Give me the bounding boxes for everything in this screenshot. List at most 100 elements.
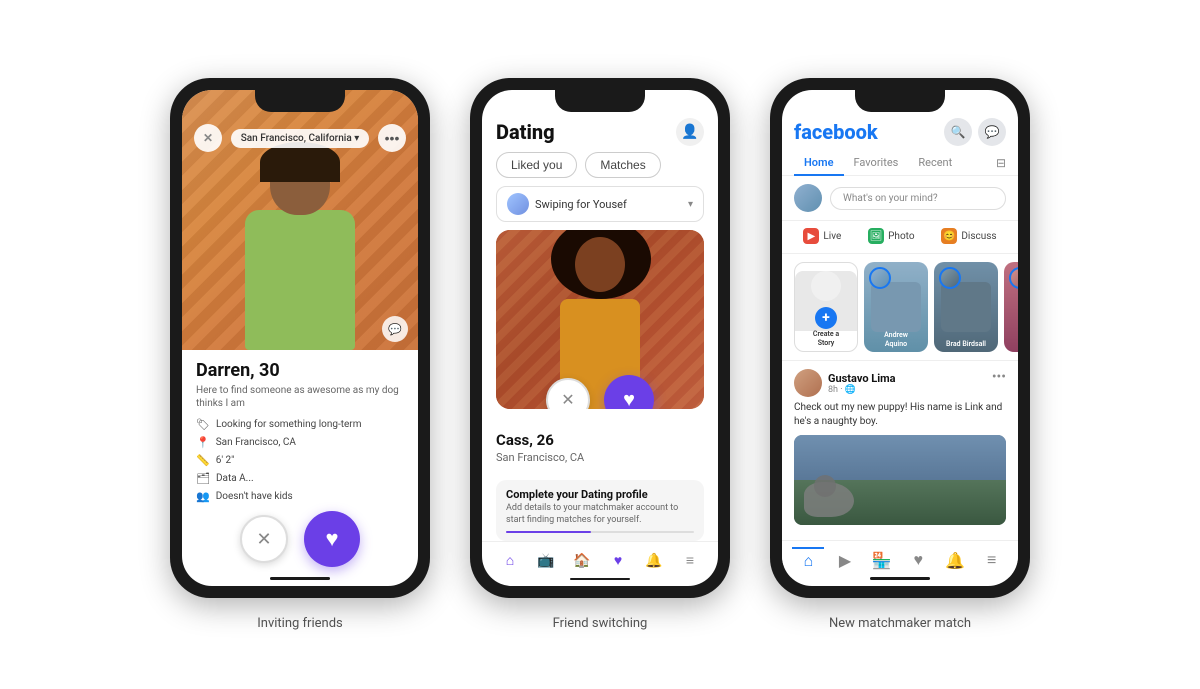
- fb-filter-icon[interactable]: ⊟: [996, 150, 1006, 175]
- profile-icon-button[interactable]: 👤: [676, 118, 704, 146]
- dating-card: ✕ ♥: [496, 230, 704, 409]
- fb-input[interactable]: What's on your mind?: [830, 187, 1006, 210]
- more-options-button[interactable]: •••: [378, 124, 406, 152]
- fb-post-menu[interactable]: •••: [992, 369, 1006, 385]
- phone1: ✕ San Francisco, California ▾ •••: [170, 78, 430, 598]
- complete-progress: [506, 531, 694, 533]
- sky-bg: [794, 435, 1006, 480]
- tab-matches[interactable]: Matches: [585, 152, 660, 178]
- phone2-inner: Dating 👤 Liked you Matches Swiping for Y…: [482, 90, 718, 586]
- fb-nav-marketplace[interactable]: 🏪: [866, 547, 898, 573]
- fb-post-user: Gustavo Lima 8h · 🌐: [794, 369, 896, 397]
- story-andrew[interactable]: AndrewAquino: [864, 262, 928, 352]
- create-avatar: [811, 271, 841, 301]
- nav-heart[interactable]: ♥: [607, 550, 629, 572]
- profile-detail-1: 🏷 Looking for something long-term: [196, 418, 404, 431]
- fb-nav-menu[interactable]: ≡: [976, 547, 1008, 573]
- tab-liked-you[interactable]: Liked you: [496, 152, 577, 178]
- phones-container: ✕ San Francisco, California ▾ •••: [130, 58, 1070, 631]
- tab-row: Liked you Matches: [482, 152, 718, 186]
- fb-post-actions: ▶ Live 🖼 Photo 😊 Discuss: [782, 221, 1018, 254]
- card-location: San Francisco, CA: [496, 451, 704, 464]
- dropdown-icon: ▾: [354, 133, 359, 144]
- swipe-avatar: [507, 193, 529, 215]
- profile-detail-3: 📏 6' 2": [196, 454, 404, 467]
- person-figure: [245, 150, 355, 350]
- fb-user-avatar: [794, 184, 822, 212]
- fb-post: Gustavo Lima 8h · 🌐 ••• Check out my new…: [782, 361, 1018, 540]
- photo-icon: 🖼: [868, 228, 884, 244]
- chat-button[interactable]: 💬: [382, 316, 408, 342]
- fb-nav-bell[interactable]: 🔔: [939, 547, 971, 573]
- detail-icon-1: 🏷: [196, 418, 210, 431]
- fb-nav-heart[interactable]: ♥: [902, 547, 934, 573]
- fb-nav-video[interactable]: ▶: [829, 547, 861, 573]
- story-brad[interactable]: Brad Birdsall: [934, 262, 998, 352]
- bottom-bar-2: [570, 578, 630, 580]
- fb-search-button[interactable]: 🔍: [944, 118, 972, 146]
- profile-detail-5: 👥 Doesn't have kids: [196, 490, 404, 503]
- detail-text-3: 6' 2": [216, 455, 235, 466]
- fb-post-user-info: Gustavo Lima 8h · 🌐: [828, 372, 896, 395]
- phone1-label: Inviting friends: [257, 616, 343, 631]
- profile-name: Darren, 30: [196, 360, 404, 381]
- card-dislike-button[interactable]: ✕: [546, 378, 590, 409]
- bottom-bar: [270, 577, 330, 580]
- fb-bottom-nav: ⌂ ▶ 🏪 ♥ 🔔 ≡: [782, 540, 1018, 577]
- location-pill[interactable]: San Francisco, California ▾: [231, 129, 370, 148]
- fb-post-text: Check out my new puppy! His name is Link…: [794, 401, 1006, 429]
- dating-title: Dating: [496, 120, 555, 144]
- discuss-label: Discuss: [961, 231, 996, 242]
- fb-tab-favorites[interactable]: Favorites: [844, 150, 909, 175]
- phone3-notch: [855, 90, 945, 112]
- nav-store[interactable]: 🏠: [571, 550, 593, 572]
- nav-menu[interactable]: ≡: [679, 550, 701, 572]
- nav-bell[interactable]: 🔔: [643, 550, 665, 572]
- person-body: [245, 210, 355, 350]
- close-button[interactable]: ✕: [194, 124, 222, 152]
- fb-photo-action[interactable]: 🖼 Photo: [862, 225, 920, 247]
- phone1-header: ✕ San Francisco, California ▾ •••: [182, 118, 418, 158]
- profile-bio: Here to find someone as awesome as my do…: [196, 384, 404, 410]
- card-like-button[interactable]: ♥: [604, 375, 654, 409]
- live-label: Live: [823, 231, 841, 242]
- profile-detail-4: 🗂 Data A...: [196, 472, 404, 485]
- swipe-label: Swiping for Yousef: [535, 198, 627, 211]
- card-person-info: Cass, 26 San Francisco, CA: [482, 409, 718, 472]
- fb-tab-recent[interactable]: Recent: [908, 150, 962, 175]
- fb-messenger-button[interactable]: 💬: [978, 118, 1006, 146]
- like-button[interactable]: ♥: [304, 511, 360, 567]
- detail-icon-3: 📏: [196, 454, 210, 467]
- profile-image-area: ✕ San Francisco, California ▾ •••: [182, 90, 418, 350]
- fb-header-icons: 🔍 💬: [944, 118, 1006, 146]
- dating-bottom-nav: ⌂ 📺 🏠 ♥ 🔔 ≡: [482, 541, 718, 578]
- complete-desc: Add details to your matchmaker account t…: [506, 503, 694, 526]
- fb-tab-home[interactable]: Home: [794, 150, 844, 175]
- complete-progress-fill: [506, 531, 591, 533]
- fb-discuss-action[interactable]: 😊 Discuss: [935, 225, 1002, 247]
- story-bianc[interactable]: BiancRomu...: [1004, 262, 1018, 352]
- person-head: [270, 150, 330, 215]
- fb-story-input: What's on your mind?: [782, 176, 1018, 221]
- story-avatar-brad: [939, 267, 961, 289]
- dislike-button[interactable]: ✕: [240, 515, 288, 563]
- nav-home[interactable]: ⌂: [499, 550, 521, 572]
- detail-icon-4: 🗂: [196, 472, 210, 485]
- create-plus: +: [815, 307, 837, 329]
- story-create-label: Create aStory: [795, 330, 857, 347]
- detail-text-2: San Francisco, CA: [216, 437, 296, 448]
- fb-nav-home[interactable]: ⌂: [792, 547, 824, 573]
- nav-tv[interactable]: 📺: [535, 550, 557, 572]
- photo-label: Photo: [888, 231, 914, 242]
- fb-live-action[interactable]: ▶ Live: [797, 225, 847, 247]
- swipe-dropdown-arrow: ▾: [688, 199, 693, 210]
- phone1-notch: [255, 90, 345, 112]
- swipe-selector[interactable]: Swiping for Yousef ▾: [496, 186, 704, 222]
- story-create[interactable]: + Create aStory: [794, 262, 858, 352]
- woman-head-wrapper: [573, 237, 628, 302]
- detail-text-1: Looking for something long-term: [216, 419, 362, 430]
- story-label-andrew: AndrewAquino: [864, 331, 928, 348]
- story-img-andrew: [871, 282, 921, 332]
- profile-info: Darren, 30 Here to find someone as aweso…: [182, 350, 418, 503]
- complete-profile-bar[interactable]: Complete your Dating profile Add details…: [496, 480, 704, 540]
